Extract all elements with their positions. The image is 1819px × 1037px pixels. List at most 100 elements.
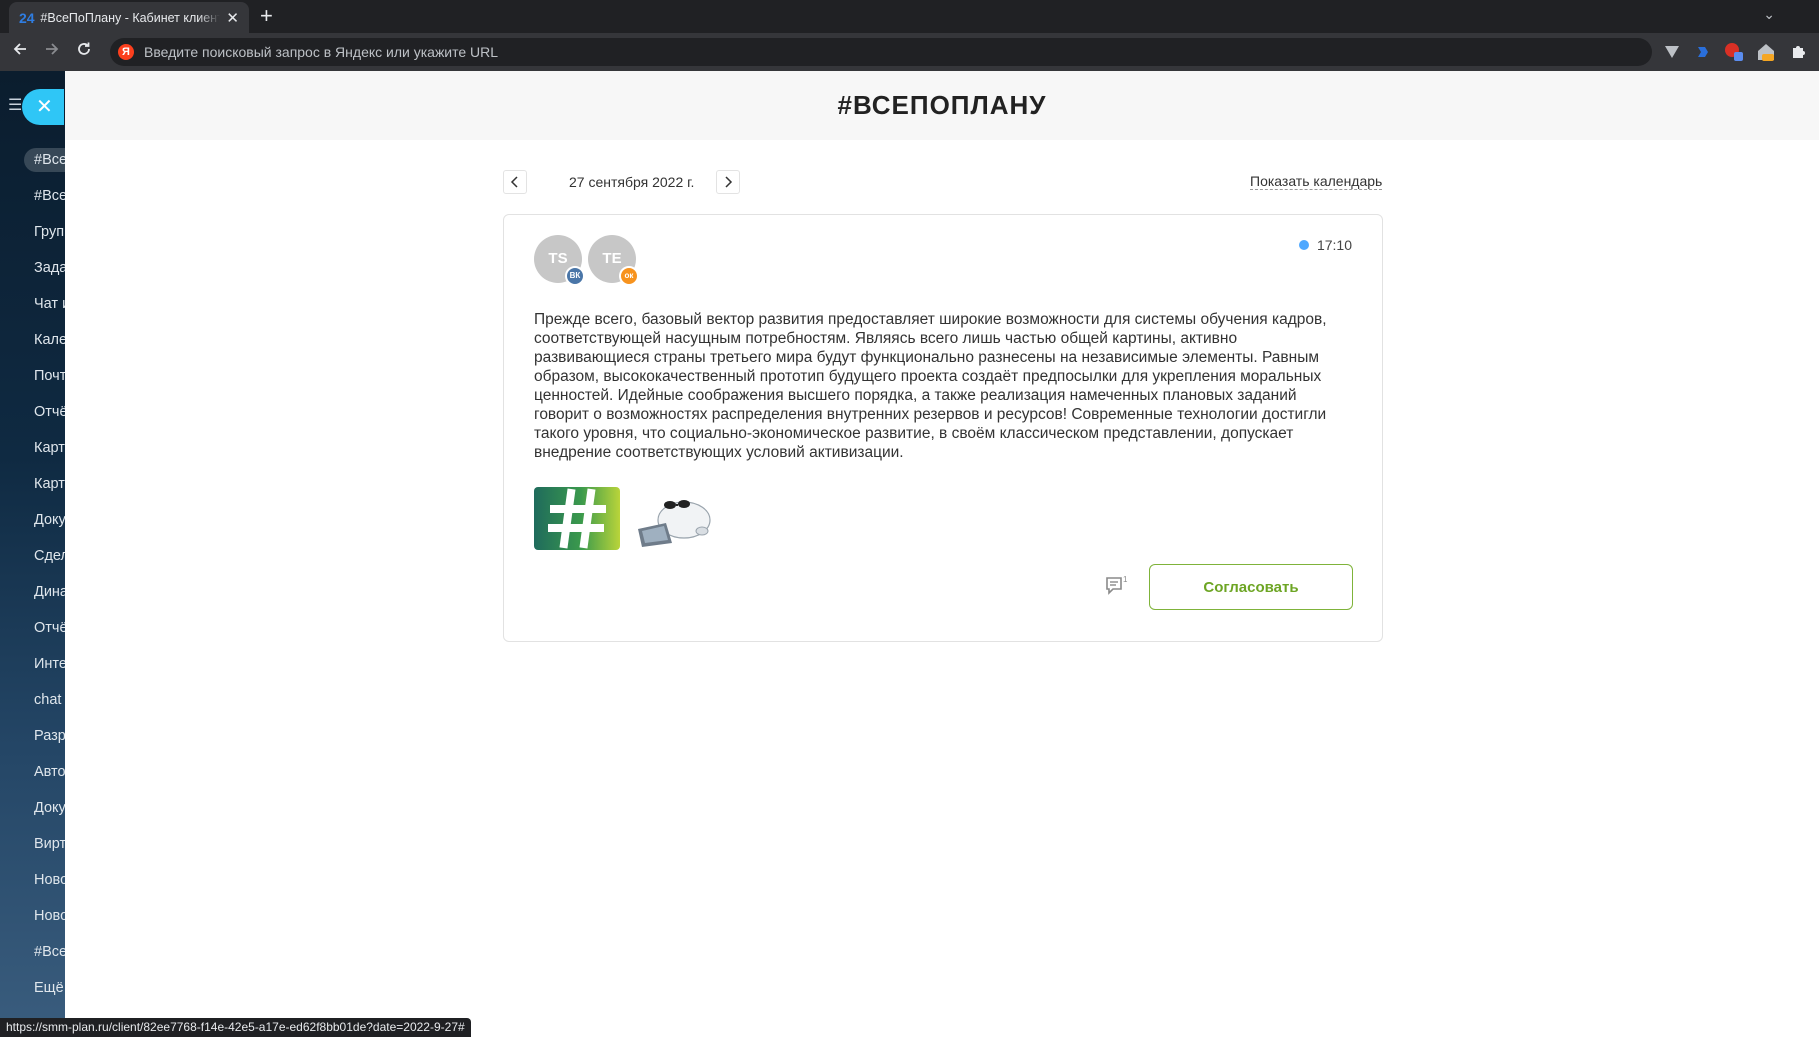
arrow-left-icon (13, 43, 26, 55)
hashtag-logo-image[interactable] (534, 487, 620, 550)
sidebar-item[interactable]: Новости (0, 862, 65, 898)
sidebar-item[interactable]: Интеграции (0, 646, 65, 682)
sidebar-item[interactable]: chat (0, 682, 65, 718)
post-attachments (534, 487, 718, 550)
tab-title: #ВсеПоПлану - Кабинет клиента (40, 10, 221, 25)
sidebar-item[interactable]: Отчёты (0, 610, 65, 646)
sidebar-item-label: Сделки (34, 548, 65, 564)
sidebar-item[interactable]: Карточки (0, 466, 65, 502)
page-header: #ВСЕПОПЛАНУ (65, 71, 1819, 140)
sidebar-item[interactable]: Задачи (0, 250, 65, 286)
forward-button[interactable] (40, 40, 64, 62)
sidebar-item-label: #ВсеПоПлану (24, 148, 65, 172)
sidebar-item[interactable]: Чат и звонки (0, 286, 65, 322)
sidebar-item-label: Отчёты (34, 404, 65, 420)
chevron-left-icon (510, 176, 518, 188)
approve-button[interactable]: Согласовать (1149, 564, 1353, 610)
yandex-icon: Я (118, 44, 134, 60)
adblock-extension-icon[interactable] (1723, 41, 1745, 63)
previous-date-button[interactable] (503, 170, 527, 194)
sidebar-item[interactable]: Виртуальная АТС (0, 826, 65, 862)
vpn-extension-icon[interactable] (1661, 41, 1683, 63)
sidebar-item[interactable]: #ВсеПоПлану (0, 142, 65, 178)
sidebar-item[interactable]: Разработка (0, 718, 65, 754)
sidebar-item[interactable]: #ВсеПоПлану (0, 934, 65, 970)
comment-icon: 1 (1106, 575, 1128, 595)
translate-extension-icon[interactable] (1692, 41, 1714, 63)
sidebar-item-label: Новости (34, 872, 65, 888)
comments-button[interactable]: 1 (1104, 573, 1130, 599)
sidebar-item-label: Автоматизация (34, 764, 65, 780)
account-avatar[interactable]: TS ВК (534, 235, 585, 286)
page-title: #ВСЕПОПЛАНУ (837, 90, 1047, 120)
sidebar-item-label: Интеграции (34, 656, 65, 672)
new-tab-button[interactable]: + (260, 4, 273, 28)
sidebar-item-label: Карты (34, 440, 65, 456)
ok-icon: ок (619, 266, 639, 286)
close-slider-button[interactable]: ✕ (22, 89, 64, 125)
sidebar-item-label: Отчёты (34, 620, 65, 636)
sidebar-item-label: Календарь (34, 332, 65, 348)
address-bar[interactable]: Я (110, 38, 1652, 66)
post-text: Прежде всего, базовый вектор развития пр… (534, 311, 1327, 461)
avatar-initials: TS (548, 250, 568, 267)
browser-toolbar: Я (0, 33, 1819, 71)
date-navigation: 27 сентября 2022 г. (503, 170, 741, 194)
browser-tab-bar: 24 #ВсеПоПлану - Кабинет клиента ✕ + ⌄ (0, 0, 1819, 33)
sidebar-item-label: Разработка (34, 728, 65, 744)
show-calendar-link[interactable]: Показать календарь (1250, 173, 1383, 190)
back-button[interactable] (8, 40, 32, 62)
cartoon-laptop-image[interactable] (632, 487, 718, 550)
account-avatar[interactable]: TE ок (588, 235, 639, 286)
chevron-down-icon[interactable]: ⌄ (1763, 6, 1775, 23)
status-dot-icon (1298, 240, 1309, 250)
sidebar-item[interactable]: Автоматизация (0, 754, 65, 790)
sidebar-item[interactable]: Документы (0, 502, 65, 538)
sidebar-item-label: Документы (34, 800, 65, 816)
sidebar-item-label: Группы (34, 224, 65, 240)
reload-button[interactable] (72, 40, 96, 62)
browser-tab[interactable]: 24 #ВсеПоПлану - Кабинет клиента ✕ (9, 2, 249, 33)
sidebar-item[interactable]: Календарь (0, 322, 65, 358)
sidebar-item[interactable]: Сделки (0, 538, 65, 574)
post-time-label: 17:10 (1316, 237, 1352, 253)
sidebar-item-label: chat (34, 692, 62, 708)
comment-count: 1 (1123, 575, 1128, 584)
sidebar-item[interactable]: Документы (0, 790, 65, 826)
sidebar-item[interactable]: Карты (0, 430, 65, 466)
sidebar-item-label: #ВсеПоПлану (34, 188, 65, 204)
vk-icon: ВК (565, 266, 585, 286)
status-bar-url: https://smm-plan.ru/client/82ee7768-f14e… (0, 1018, 471, 1037)
sidebar-item-label: Ещё (34, 980, 64, 996)
sidebar-item-label: Карточки (34, 476, 65, 492)
post-time: 17:10 (1298, 237, 1352, 253)
puzzle-extensions-icon[interactable] (1787, 41, 1809, 63)
sidebar-menu: #ВсеПоПлану #ВсеПоПлану Группы Задачи Ча… (0, 142, 65, 1006)
sidebar-item[interactable]: Почта (0, 358, 65, 394)
chevron-right-icon (725, 176, 733, 188)
sidebar-item[interactable]: Группы (0, 214, 65, 250)
sidebar-item[interactable]: Динамика (0, 574, 65, 610)
arrow-right-icon (46, 43, 59, 55)
menu-icon[interactable]: ☰ (8, 95, 22, 115)
sidebar-item-label: Чат и звонки (34, 296, 65, 312)
tab-close-icon[interactable]: ✕ (226, 9, 239, 27)
sidebar-item[interactable]: Ещё (0, 970, 65, 1006)
next-date-button[interactable] (716, 170, 741, 194)
post-card: TS ВК TE ок 17:10 Прежде всего, базовый … (503, 214, 1383, 642)
sidebar-item-label: #ВсеПоПлану (34, 944, 65, 960)
sidebar-item[interactable]: Отчёты (0, 394, 65, 430)
sidebar-item-label: Виртуальная АТС (34, 836, 65, 852)
avatar-initials: TE (602, 250, 622, 267)
sidebar-item-label: Динамика (34, 584, 65, 600)
reload-icon (78, 42, 90, 55)
current-date: 27 сентября 2022 г. (569, 174, 695, 190)
sidebar-item-label: Документы (34, 512, 65, 528)
home-extension-icon[interactable] (1755, 41, 1777, 63)
bitrix24-favicon-icon: 24 (19, 9, 35, 26)
sidebar-item[interactable]: Новости (0, 898, 65, 934)
sidebar-item-label: Почта (34, 368, 65, 384)
address-input[interactable] (144, 44, 1544, 60)
sidebar-item-label: Новости (34, 908, 65, 924)
sidebar-item[interactable]: #ВсеПоПлану (0, 178, 65, 214)
